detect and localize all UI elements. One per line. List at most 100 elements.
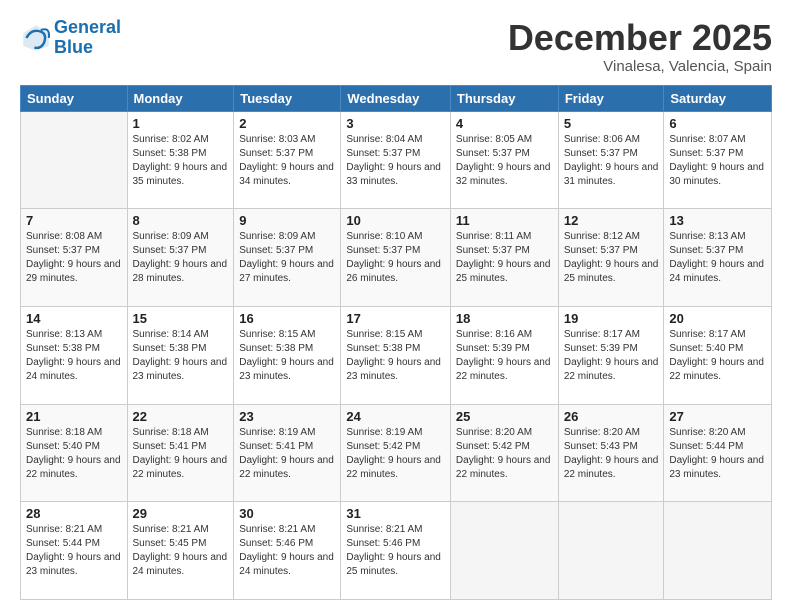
calendar-cell [450,502,558,600]
calendar-cell: 8 Sunrise: 8:09 AMSunset: 5:37 PMDaylight… [127,209,234,307]
calendar-cell: 9Sunrise: 8:09 AMSunset: 5:37 PMDaylight… [234,209,341,307]
calendar-cell [558,502,664,600]
day-number: 12 [564,213,659,228]
calendar-cell: 1Sunrise: 8:02 AMSunset: 5:38 PMDaylight… [127,111,234,209]
day-number: 14 [26,311,122,326]
calendar-cell: 25Sunrise: 8:20 AMSunset: 5:42 PMDayligh… [450,404,558,502]
logo-general: General [54,17,121,37]
day-detail: Sunrise: 8:05 AMSunset: 5:37 PMDaylight:… [456,133,553,189]
calendar-header-friday: Friday [558,85,664,111]
calendar-cell: 3Sunrise: 8:04 AMSunset: 5:37 PMDaylight… [341,111,451,209]
calendar-cell: 10Sunrise: 8:10 AMSunset: 5:37 PMDayligh… [341,209,451,307]
day-detail: Sunrise: 8:20 AMSunset: 5:42 PMDaylight:… [456,426,553,482]
month-title: December 2025 [508,18,772,58]
day-detail: Sunrise: 8:11 AMSunset: 5:37 PMDaylight:… [456,230,553,286]
day-number: 29 [133,506,229,521]
day-number: 4 [456,116,553,131]
day-detail: Sunrise: 8:19 AMSunset: 5:41 PMDaylight:… [239,426,335,482]
calendar-week-5: 28 Sunrise: 8:21 AMSunset: 5:44 PMDayligh… [21,502,772,600]
title-block: December 2025 Vinalesa, Valencia, Spain [508,18,772,75]
calendar-header-monday: Monday [127,85,234,111]
calendar-cell: 29 Sunrise: 8:21 AMSunset: 5:45 PMDayligh… [127,502,234,600]
header: General Blue December 2025 Vinalesa, Val… [20,18,772,75]
calendar-cell: 13Sunrise: 8:13 AMSunset: 5:37 PMDayligh… [664,209,772,307]
calendar-cell: 12 Sunrise: 8:12 AMSunset: 5:37 PMDayligh… [558,209,664,307]
day-number: 20 [669,311,766,326]
day-number: 28 [26,506,122,521]
day-number: 19 [564,311,659,326]
calendar-header-row: SundayMondayTuesdayWednesdayThursdayFrid… [21,85,772,111]
calendar-cell: 14 Sunrise: 8:13 AMSunset: 5:38 PMDayligh… [21,306,128,404]
day-detail: Sunrise: 8:17 AMSunset: 5:40 PMDaylight:… [669,328,766,384]
day-detail: Sunrise: 8:13 AMSunset: 5:38 PMDaylight:… [26,328,122,384]
calendar-cell: 19 Sunrise: 8:17 AMSunset: 5:39 PMDayligh… [558,306,664,404]
logo-text: General Blue [54,18,121,58]
calendar-week-3: 14 Sunrise: 8:13 AMSunset: 5:38 PMDayligh… [21,306,772,404]
calendar-cell: 22 Sunrise: 8:18 AMSunset: 5:41 PMDayligh… [127,404,234,502]
day-number: 27 [669,409,766,424]
day-detail: Sunrise: 8:18 AMSunset: 5:41 PMDaylight:… [133,426,229,482]
day-number: 2 [239,116,335,131]
calendar-cell: 5 Sunrise: 8:06 AMSunset: 5:37 PMDaylight… [558,111,664,209]
day-detail: Sunrise: 8:04 AMSunset: 5:37 PMDaylight:… [346,133,445,189]
day-number: 18 [456,311,553,326]
page: General Blue December 2025 Vinalesa, Val… [0,0,792,612]
day-number: 7 [26,213,122,228]
calendar-cell: 6Sunrise: 8:07 AMSunset: 5:37 PMDaylight… [664,111,772,209]
day-detail: Sunrise: 8:17 AMSunset: 5:39 PMDaylight:… [564,328,659,384]
day-number: 6 [669,116,766,131]
calendar-table: SundayMondayTuesdayWednesdayThursdayFrid… [20,85,772,600]
day-number: 15 [133,311,229,326]
calendar-cell: 2 Sunrise: 8:03 AMSunset: 5:37 PMDaylight… [234,111,341,209]
day-detail: Sunrise: 8:16 AMSunset: 5:39 PMDaylight:… [456,328,553,384]
calendar-header-sunday: Sunday [21,85,128,111]
calendar-week-2: 7 Sunrise: 8:08 AMSunset: 5:37 PMDaylight… [21,209,772,307]
day-detail: Sunrise: 8:14 AMSunset: 5:38 PMDaylight:… [133,328,229,384]
calendar-header-saturday: Saturday [664,85,772,111]
day-number: 8 [133,213,229,228]
day-number: 22 [133,409,229,424]
day-number: 1 [133,116,229,131]
day-number: 5 [564,116,659,131]
location-title: Vinalesa, Valencia, Spain [508,58,772,75]
day-number: 21 [26,409,122,424]
day-detail: Sunrise: 8:12 AMSunset: 5:37 PMDaylight:… [564,230,659,286]
day-number: 16 [239,311,335,326]
calendar-cell: 28 Sunrise: 8:21 AMSunset: 5:44 PMDayligh… [21,502,128,600]
calendar-cell: 16 Sunrise: 8:15 AMSunset: 5:38 PMDayligh… [234,306,341,404]
calendar-cell: 15 Sunrise: 8:14 AMSunset: 5:38 PMDayligh… [127,306,234,404]
day-detail: Sunrise: 8:15 AMSunset: 5:38 PMDaylight:… [239,328,335,384]
day-detail: Sunrise: 8:09 AMSunset: 5:37 PMDaylight:… [133,230,229,286]
day-number: 24 [346,409,445,424]
calendar-cell: 18 Sunrise: 8:16 AMSunset: 5:39 PMDayligh… [450,306,558,404]
calendar-cell: 31 Sunrise: 8:21 AMSunset: 5:46 PMDayligh… [341,502,451,600]
calendar-cell: 26 Sunrise: 8:20 AMSunset: 5:43 PMDayligh… [558,404,664,502]
calendar-cell [664,502,772,600]
day-detail: Sunrise: 8:21 AMSunset: 5:46 PMDaylight:… [239,523,335,579]
day-detail: Sunrise: 8:20 AMSunset: 5:43 PMDaylight:… [564,426,659,482]
day-detail: Sunrise: 8:03 AMSunset: 5:37 PMDaylight:… [239,133,335,189]
day-detail: Sunrise: 8:21 AMSunset: 5:45 PMDaylight:… [133,523,229,579]
calendar-cell: 17 Sunrise: 8:15 AMSunset: 5:38 PMDayligh… [341,306,451,404]
day-detail: Sunrise: 8:18 AMSunset: 5:40 PMDaylight:… [26,426,122,482]
calendar-cell: 23Sunrise: 8:19 AMSunset: 5:41 PMDayligh… [234,404,341,502]
day-number: 26 [564,409,659,424]
day-number: 13 [669,213,766,228]
day-number: 30 [239,506,335,521]
day-number: 31 [346,506,445,521]
calendar-cell: 7 Sunrise: 8:08 AMSunset: 5:37 PMDaylight… [21,209,128,307]
day-detail: Sunrise: 8:10 AMSunset: 5:37 PMDaylight:… [346,230,445,286]
day-detail: Sunrise: 8:19 AMSunset: 5:42 PMDaylight:… [346,426,445,482]
calendar-cell [21,111,128,209]
day-detail: Sunrise: 8:21 AMSunset: 5:46 PMDaylight:… [346,523,445,579]
day-detail: Sunrise: 8:06 AMSunset: 5:37 PMDaylight:… [564,133,659,189]
calendar-header-tuesday: Tuesday [234,85,341,111]
day-detail: Sunrise: 8:21 AMSunset: 5:44 PMDaylight:… [26,523,122,579]
logo-blue: Blue [54,37,93,57]
day-number: 17 [346,311,445,326]
calendar-cell: 20 Sunrise: 8:17 AMSunset: 5:40 PMDayligh… [664,306,772,404]
day-detail: Sunrise: 8:15 AMSunset: 5:38 PMDaylight:… [346,328,445,384]
day-number: 9 [239,213,335,228]
calendar-header-thursday: Thursday [450,85,558,111]
day-detail: Sunrise: 8:08 AMSunset: 5:37 PMDaylight:… [26,230,122,286]
